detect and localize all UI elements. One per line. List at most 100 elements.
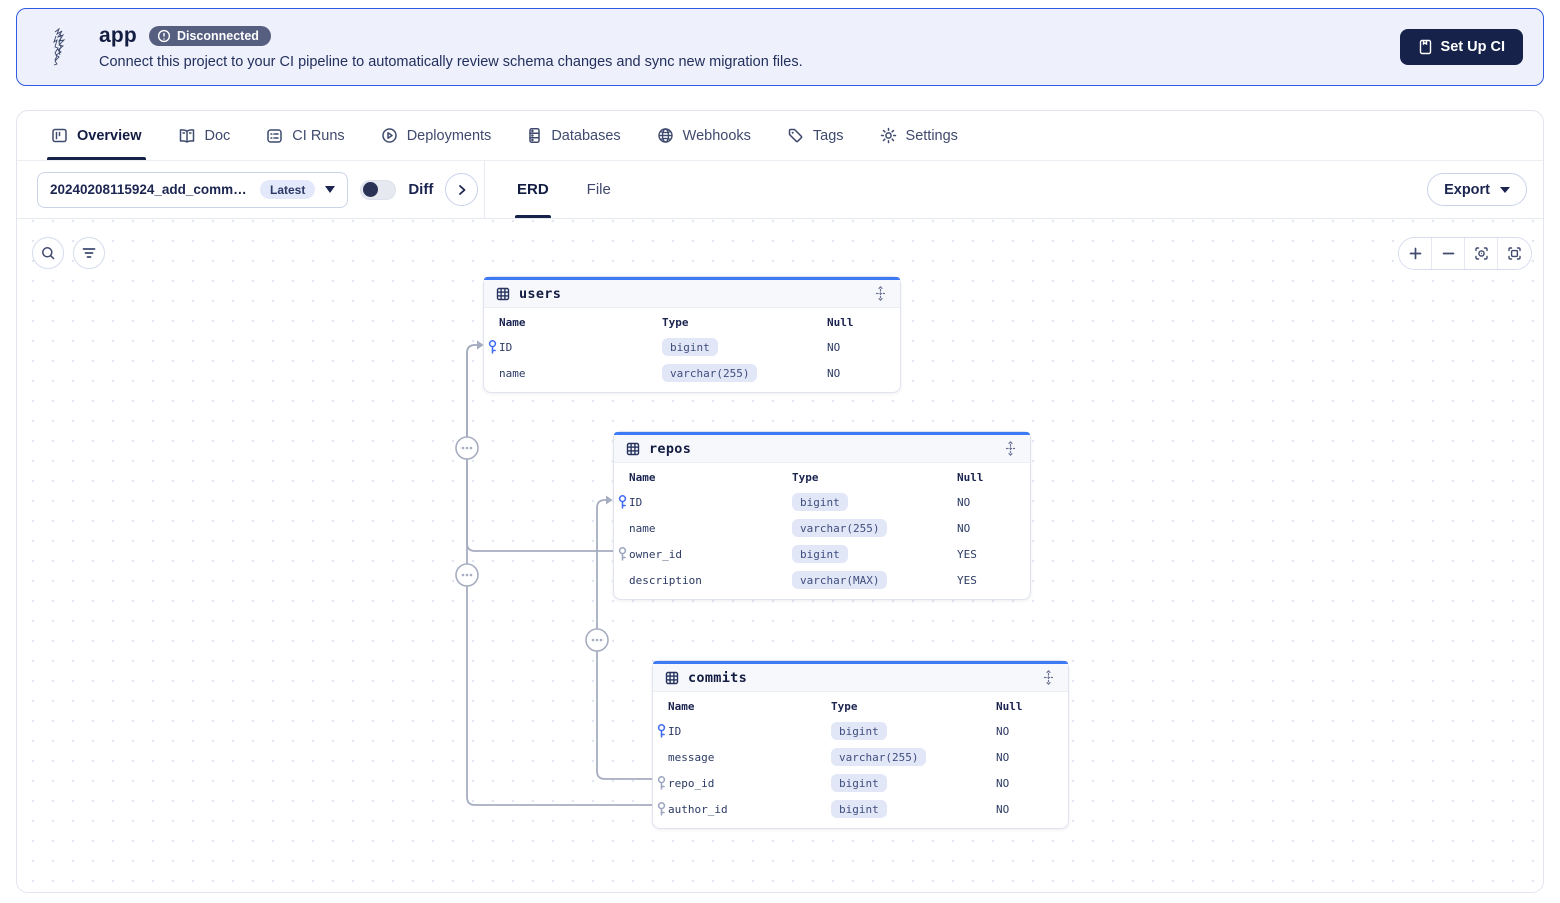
col-header-null: Null bbox=[957, 470, 984, 484]
view-tab-erd[interactable]: ERD bbox=[503, 161, 563, 218]
column-header-row: Name Type Null bbox=[614, 465, 1030, 489]
column-null: NO bbox=[996, 724, 1010, 738]
zoom-in-button[interactable] bbox=[1399, 238, 1432, 269]
document-icon bbox=[1419, 39, 1431, 55]
table-column-row[interactable]: ID bigint NO bbox=[653, 718, 1068, 744]
table-icon bbox=[626, 442, 640, 456]
move-handle-icon[interactable] bbox=[1041, 670, 1056, 685]
latest-badge: Latest bbox=[260, 180, 316, 199]
edge-arrowhead-icon bbox=[606, 495, 613, 505]
nav-tab-label: CI Runs bbox=[292, 127, 345, 144]
project-title: app bbox=[99, 24, 137, 47]
plus-icon bbox=[1409, 247, 1421, 260]
erd-table-repos[interactable]: repos Name Type Null ID bigint NO name v… bbox=[613, 431, 1031, 600]
table-column-row[interactable]: repo_id bigint NO bbox=[653, 770, 1068, 796]
diff-toggle-knob bbox=[363, 182, 379, 197]
nav-tab-label: Deployments bbox=[406, 127, 492, 144]
table-column-row[interactable]: ID bigint NO bbox=[484, 334, 900, 360]
nav-tab-deployments[interactable]: Deployments bbox=[367, 111, 506, 160]
book-icon bbox=[178, 128, 196, 144]
erd-table-commits[interactable]: commits Name Type Null ID bigint NO mess… bbox=[652, 660, 1069, 829]
move-handle-icon[interactable] bbox=[873, 286, 888, 301]
status-badge: Disconnected bbox=[148, 26, 271, 46]
next-migration-button[interactable] bbox=[445, 173, 479, 206]
view-tab-label: ERD bbox=[517, 181, 549, 198]
table-columns: Name Type Null ID bigint NO message varc… bbox=[653, 692, 1068, 828]
nav-tab-webhooks[interactable]: Webhooks bbox=[643, 111, 765, 160]
table-column-row[interactable]: owner_id bigint YES bbox=[614, 541, 1030, 567]
nav-tab-settings[interactable]: Settings bbox=[866, 111, 972, 160]
table-icon bbox=[496, 287, 510, 301]
col-header-type: Type bbox=[662, 315, 689, 329]
table-header[interactable]: repos bbox=[614, 435, 1030, 463]
fit-view-button[interactable] bbox=[1498, 238, 1531, 269]
focus-view-button[interactable] bbox=[1465, 238, 1498, 269]
column-name: owner_id bbox=[629, 547, 682, 561]
table-column-row[interactable]: message varchar(255) NO bbox=[653, 744, 1068, 770]
app-logo-icon bbox=[53, 27, 66, 66]
column-null: YES bbox=[957, 547, 977, 561]
fit-screen-icon bbox=[1508, 247, 1521, 260]
table-name: users bbox=[519, 285, 562, 302]
table-column-row[interactable]: name varchar(255) NO bbox=[484, 360, 900, 386]
migration-select[interactable]: 20240208115924_add_commit... Latest bbox=[37, 171, 349, 208]
gear-icon bbox=[880, 127, 897, 144]
erd-table-users[interactable]: users Name Type Null ID bigint NO name v… bbox=[483, 276, 901, 393]
column-null: NO bbox=[996, 802, 1010, 816]
set-up-ci-button[interactable]: Set Up CI bbox=[1399, 29, 1523, 65]
column-header-row: Name Type Null bbox=[653, 694, 1068, 718]
table-column-row[interactable]: author_id bigint NO bbox=[653, 796, 1068, 822]
table-column-row[interactable]: ID bigint NO bbox=[614, 489, 1030, 515]
play-circle-icon bbox=[381, 127, 398, 144]
column-null: NO bbox=[957, 521, 971, 535]
col-header-null: Null bbox=[996, 699, 1023, 713]
nav-tab-databases[interactable]: Databases bbox=[513, 111, 634, 160]
primary-key-icon bbox=[617, 495, 628, 510]
nav-tab-label: Overview bbox=[77, 127, 142, 144]
column-name: ID bbox=[668, 724, 682, 738]
table-column-row[interactable]: description varchar(MAX) YES bbox=[614, 567, 1030, 593]
nav-tab-label: Settings bbox=[905, 127, 958, 144]
primary-key-icon bbox=[487, 340, 498, 355]
table-icon bbox=[665, 671, 679, 685]
filter-icon bbox=[82, 248, 96, 258]
col-header-null: Null bbox=[827, 315, 854, 329]
column-name: ID bbox=[629, 495, 643, 509]
table-header[interactable]: users bbox=[484, 280, 900, 308]
foreign-key-icon bbox=[617, 547, 628, 562]
foreign-key-icon bbox=[656, 802, 667, 817]
zoom-out-button[interactable] bbox=[1432, 238, 1465, 269]
table-header[interactable]: commits bbox=[653, 664, 1068, 692]
filter-button[interactable] bbox=[73, 237, 105, 269]
diff-toggle[interactable] bbox=[360, 179, 397, 200]
erd-canvas[interactable]: users Name Type Null ID bigint NO name v… bbox=[17, 219, 1543, 892]
search-button[interactable] bbox=[32, 237, 64, 269]
column-type-badge: bigint bbox=[831, 722, 887, 740]
nav-tab-ci-runs[interactable]: CI Runs bbox=[252, 111, 358, 160]
column-null: NO bbox=[996, 776, 1010, 790]
col-header-name: Name bbox=[629, 470, 656, 484]
table-columns: Name Type Null ID bigint NO name varchar… bbox=[484, 308, 900, 392]
table-columns: Name Type Null ID bigint NO name varchar… bbox=[614, 463, 1030, 599]
nav-tab-overview[interactable]: Overview bbox=[37, 111, 156, 160]
export-button[interactable]: Export bbox=[1427, 173, 1527, 206]
column-name: author_id bbox=[668, 802, 728, 816]
nav-tab-doc[interactable]: Doc bbox=[164, 111, 245, 160]
view-tabs: ERD File bbox=[485, 161, 625, 218]
alert-circle-icon bbox=[157, 29, 171, 43]
server-icon bbox=[527, 127, 542, 144]
table-column-row[interactable]: name varchar(255) NO bbox=[614, 515, 1030, 541]
nav-tabs: Overview Doc CI Runs Deployments Databas… bbox=[17, 111, 1543, 161]
nav-tab-tags[interactable]: Tags bbox=[773, 111, 858, 160]
search-icon bbox=[41, 246, 55, 260]
col-header-name: Name bbox=[668, 699, 695, 713]
column-type-badge: varchar(255) bbox=[662, 364, 758, 382]
column-type-badge: bigint bbox=[792, 493, 848, 511]
column-header-row: Name Type Null bbox=[484, 310, 900, 334]
banner-description: Connect this project to your CI pipeline… bbox=[99, 54, 803, 70]
view-tab-file[interactable]: File bbox=[573, 161, 625, 218]
canvas-controls-left bbox=[32, 237, 105, 269]
checklist-icon bbox=[266, 128, 283, 144]
column-name: message bbox=[668, 750, 715, 764]
move-handle-icon[interactable] bbox=[1003, 441, 1018, 456]
